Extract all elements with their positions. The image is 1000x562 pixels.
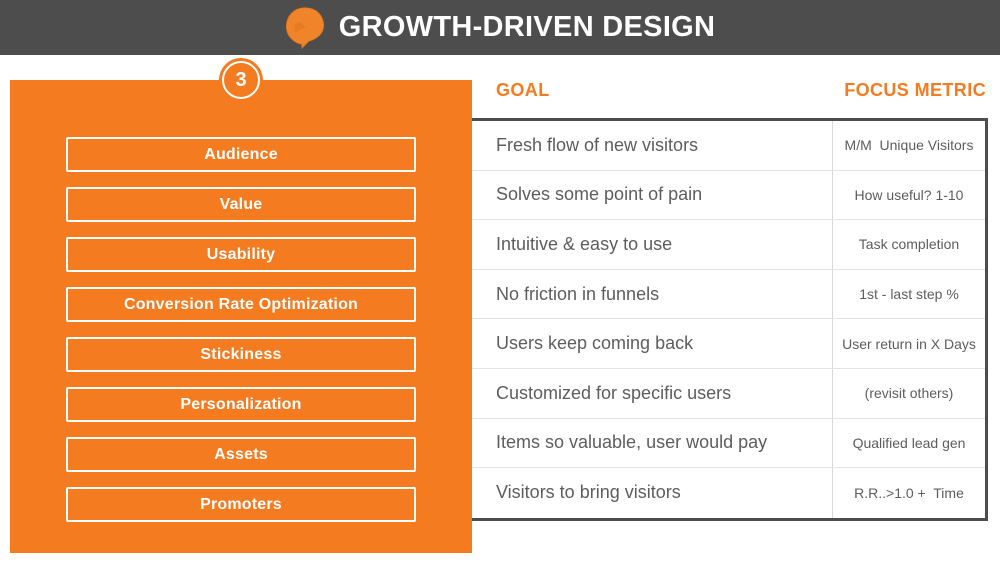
step-number-badge: 3 [219,58,263,102]
pillar-item[interactable]: Usability [66,237,416,272]
pillar-label: Assets [214,445,268,463]
pillars-list: Audience Value Usability Conversion Rate… [66,137,416,522]
table-row: Solves some point of pain How useful? 1-… [472,170,985,221]
goals-metrics-table: GOAL FOCUS METRIC Fresh flow of new visi… [472,80,988,521]
column-header-goal: GOAL [496,80,550,100]
pillars-panel: Audience Value Usability Conversion Rate… [10,80,472,553]
cell-goal: Visitors to bring visitors [496,482,681,503]
cell-metric: (revisit others) [832,368,985,418]
cell-metric: 1st - last step % [832,269,985,319]
cell-goal: Fresh flow of new visitors [496,134,699,155]
cell-goal: Users keep coming back [496,333,694,354]
cell-metric: Qualified lead gen [832,418,985,468]
pillar-label: Usability [206,245,276,263]
pillar-item[interactable]: Conversion Rate Optimization [66,287,416,322]
cell-goal: Customized for specific users [496,382,732,403]
pillar-label: Personalization [180,395,302,413]
cell-metric: M/M Unique Visitors [832,121,985,170]
cell-goal: Intuitive & easy to use [496,233,673,254]
pillar-item[interactable]: Personalization [66,387,416,422]
table-row: No friction in funnels 1st - last step % [472,269,985,320]
table-row: Customized for specific users (revisit o… [472,368,985,419]
pillar-label: Conversion Rate Optimization [123,295,359,313]
table-body: Fresh flow of new visitors M/M Unique Vi… [472,118,988,521]
pillar-item[interactable]: Audience [66,137,416,172]
pillar-item[interactable]: Stickiness [66,337,416,372]
pillar-item[interactable]: Assets [66,437,416,472]
sprout-spiral-logo-icon [285,6,324,49]
column-header-focus-metric: FOCUS METRIC [844,80,986,100]
table-header-row: GOAL FOCUS METRIC [472,80,988,118]
cell-metric: R.R..>1.0 + Time [832,468,985,518]
page-title: GROWTH-DRIVEN DESIGN [338,11,716,43]
table-row: Items so valuable, user would pay Qualif… [472,418,985,469]
cell-metric: How useful? 1-10 [832,170,985,220]
table-row: Visitors to bring visitors R.R..>1.0 + T… [472,468,985,518]
cell-goal: Items so valuable, user would pay [496,432,768,453]
table-row: Fresh flow of new visitors M/M Unique Vi… [472,121,985,171]
pillar-item[interactable]: Value [66,187,416,222]
cell-metric: Task completion [832,220,985,269]
app-header: GROWTH-DRIVEN DESIGN [0,0,1000,55]
cell-goal: No friction in funnels [496,283,660,304]
table-row: Users keep coming back User return in X … [472,319,985,369]
cell-goal: Solves some point of pain [496,184,703,205]
table-row: Intuitive & easy to use Task completion [472,220,985,270]
pillar-label: Promoters [200,495,282,513]
pillar-label: Audience [204,145,278,163]
pillar-label: Stickiness [200,345,282,363]
pillar-label: Value [219,195,263,213]
pillar-item[interactable]: Promoters [66,487,416,522]
step-number: 3 [235,69,247,91]
cell-metric: User return in X Days [832,319,985,368]
